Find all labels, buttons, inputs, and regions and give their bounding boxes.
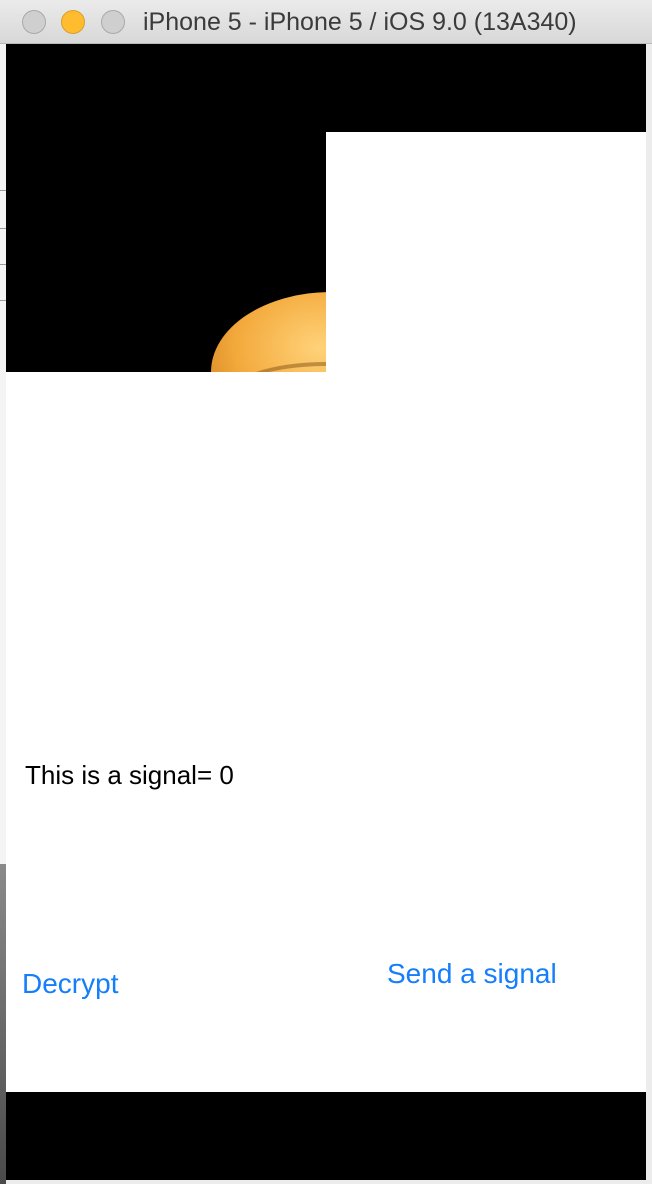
decrypt-button[interactable]: Decrypt (22, 968, 118, 1000)
title-bar[interactable]: iPhone 5 - iPhone 5 / iOS 9.0 (13A340) (0, 0, 652, 44)
zoom-icon[interactable] (101, 10, 125, 34)
minimize-icon[interactable] (61, 10, 85, 34)
orange-object-image (211, 292, 326, 372)
close-icon[interactable] (22, 10, 46, 34)
device-screen: This is a signal= 0 Decrypt Send a signa… (6, 44, 646, 1180)
camera-preview (6, 132, 326, 372)
send-signal-button[interactable]: Send a signal (387, 958, 557, 990)
window-title: iPhone 5 - iPhone 5 / iOS 9.0 (13A340) (143, 8, 577, 36)
simulator-window: iPhone 5 - iPhone 5 / iOS 9.0 (13A340) T… (0, 0, 652, 1184)
signal-label: This is a signal= 0 (25, 760, 234, 790)
